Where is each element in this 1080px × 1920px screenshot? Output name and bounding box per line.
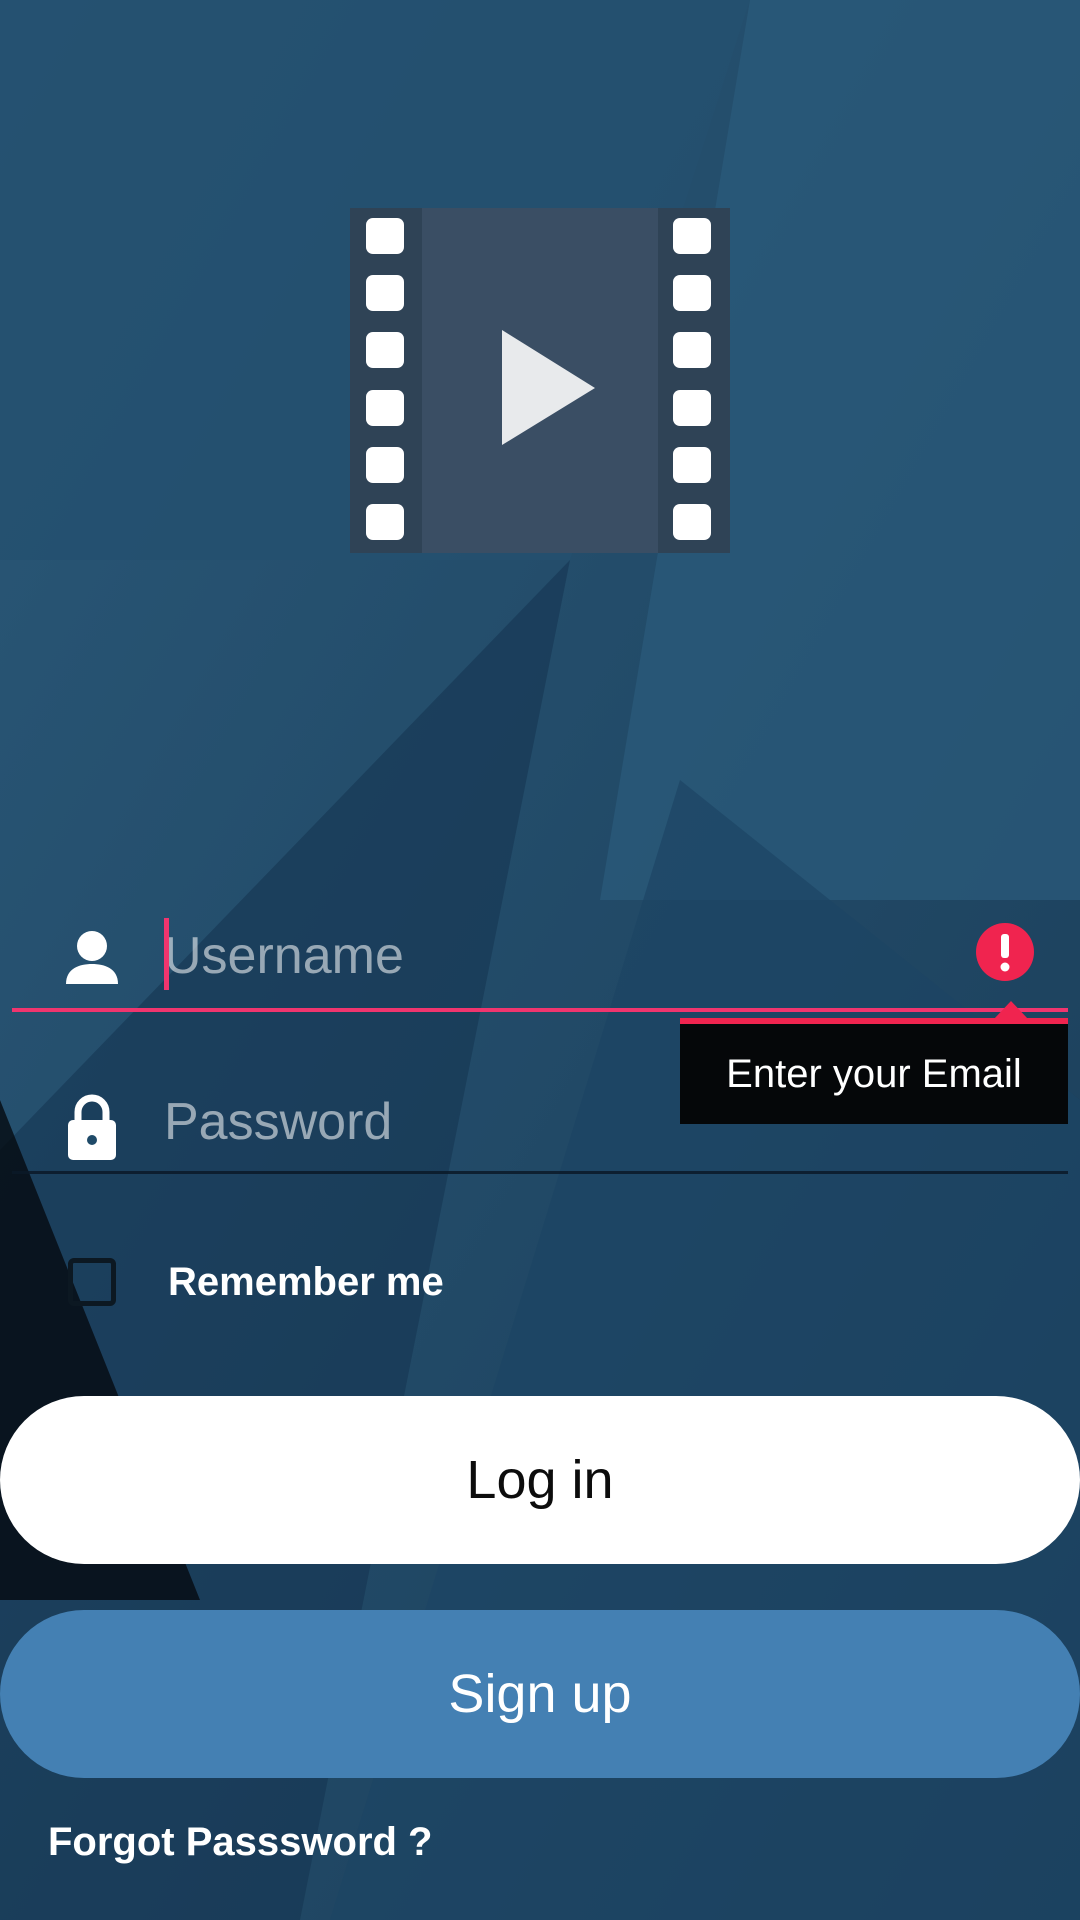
error-message: Enter your Email xyxy=(726,1051,1022,1096)
login-button[interactable]: Log in xyxy=(0,1396,1080,1564)
error-tooltip-arrow xyxy=(994,1001,1028,1019)
remember-me-row: Remember me xyxy=(68,1254,444,1310)
username-input[interactable] xyxy=(164,916,958,996)
app-logo xyxy=(350,208,730,553)
error-tooltip: Enter your Email xyxy=(680,1018,1068,1124)
text-cursor xyxy=(164,918,169,990)
username-underline xyxy=(12,1008,1068,1012)
film-play-icon xyxy=(350,208,730,553)
remember-me-label[interactable]: Remember me xyxy=(168,1260,444,1305)
password-underline xyxy=(12,1171,1068,1174)
alert-icon[interactable] xyxy=(975,922,1035,982)
username-field xyxy=(12,898,1068,1018)
remember-me-checkbox[interactable] xyxy=(68,1258,116,1306)
lock-icon xyxy=(54,1088,130,1164)
forgot-password-link[interactable]: Forgot Passsword ? xyxy=(48,1820,433,1865)
signup-button[interactable]: Sign up xyxy=(0,1610,1080,1778)
person-icon xyxy=(54,922,130,998)
